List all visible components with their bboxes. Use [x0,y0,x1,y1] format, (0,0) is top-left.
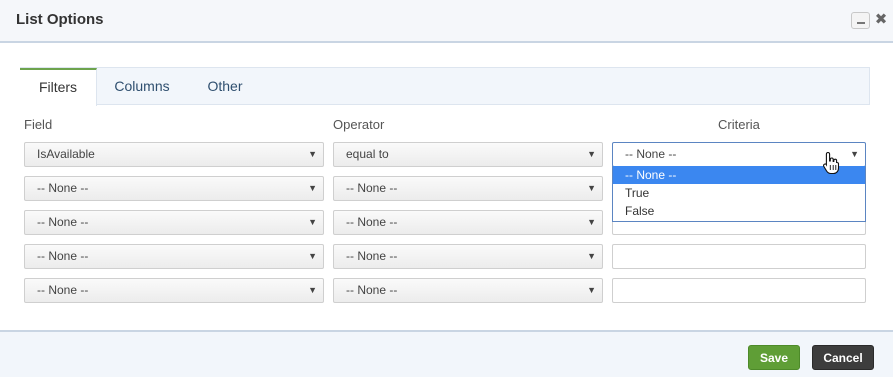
dropdown-arrow-icon: ▼ [308,285,317,295]
dropdown-arrow-icon: ▼ [587,149,596,159]
dropdown-arrow-icon: ▼ [850,149,859,159]
tab-filters[interactable]: Filters [20,68,97,106]
criteria-input[interactable] [612,244,866,269]
field-select-value: -- None -- [37,249,89,263]
dropdown-option[interactable]: False [613,202,865,220]
minimize-icon[interactable] [851,12,870,29]
dropdown-arrow-icon: ▼ [587,285,596,295]
field-select[interactable]: -- None -- ▼ [24,210,324,235]
tab-columns[interactable]: Columns [105,68,179,105]
tab-bar: Filters Columns Other [20,67,870,106]
operator-select[interactable]: -- None -- ▼ [333,176,603,201]
operator-select-value: -- None -- [346,283,398,297]
field-select-value: -- None -- [37,283,89,297]
operator-select-value: -- None -- [346,215,398,229]
dropdown-arrow-icon: ▼ [587,217,596,227]
save-button[interactable]: Save [748,345,800,370]
dropdown-option[interactable]: True [613,184,865,202]
operator-select-value: -- None -- [346,181,398,195]
operator-select[interactable]: -- None -- ▼ [333,210,603,235]
tab-other[interactable]: Other [195,68,255,105]
cancel-button[interactable]: Cancel [812,345,874,370]
operator-select[interactable]: -- None -- ▼ [333,244,603,269]
operator-column-header: Operator [333,117,385,132]
criteria-select-value: -- None -- [625,147,677,161]
field-select-value: -- None -- [37,181,89,195]
operator-select[interactable]: equal to ▼ [333,142,603,167]
dropdown-arrow-icon: ▼ [308,183,317,193]
window-titlebar: List Options ✖ [0,0,893,43]
field-column-header: Field [24,117,53,132]
dropdown-arrow-icon: ▼ [587,183,596,193]
window-title: List Options [16,11,104,28]
field-select[interactable]: -- None -- ▼ [24,278,324,303]
operator-select[interactable]: -- None -- ▼ [333,278,603,303]
dropdown-arrow-icon: ▼ [308,149,317,159]
operator-select-value: -- None -- [346,249,398,263]
dropdown-arrow-icon: ▼ [308,251,317,261]
minimize-bar [857,22,865,24]
criteria-input[interactable] [612,278,866,303]
field-select[interactable]: -- None -- ▼ [24,244,324,269]
hand-cursor-icon [823,151,840,175]
close-icon[interactable]: ✖ [874,11,888,29]
criteria-column-header: Criteria [718,117,760,132]
operator-select-value: equal to [346,147,389,161]
field-select[interactable]: -- None -- ▼ [24,176,324,201]
dropdown-arrow-icon: ▼ [308,217,317,227]
field-select[interactable]: IsAvailable ▼ [24,142,324,167]
dropdown-arrow-icon: ▼ [587,251,596,261]
field-select-value: IsAvailable [37,147,95,161]
field-select-value: -- None -- [37,215,89,229]
